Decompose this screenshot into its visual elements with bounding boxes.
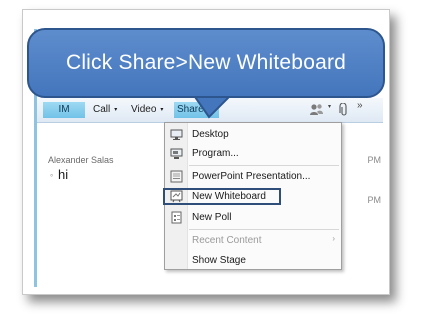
instruction-callout: Click Share>New Whiteboard xyxy=(27,28,385,98)
callout-text: Click Share>New Whiteboard xyxy=(65,51,347,74)
